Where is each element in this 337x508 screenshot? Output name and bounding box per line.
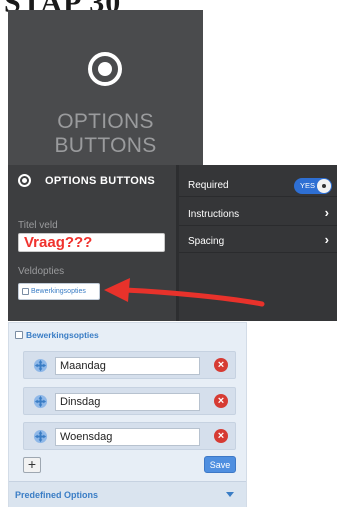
caret-down-icon xyxy=(226,492,234,497)
setting-label: Instructions xyxy=(188,209,240,220)
checkbox-icon xyxy=(15,331,23,339)
option-input[interactable]: Maandag xyxy=(55,357,200,375)
setting-row-spacing[interactable]: Spacing › xyxy=(179,229,337,253)
options-label: Veldopties xyxy=(18,266,65,277)
setting-row-instructions[interactable]: Instructions › xyxy=(179,202,337,226)
toggle-knob xyxy=(317,179,331,193)
option-input[interactable]: Woensdag xyxy=(55,428,200,446)
field-settings-list: Required YES Instructions › Spacing › xyxy=(179,165,337,321)
setting-row-required: Required YES xyxy=(179,173,337,197)
option-row: Maandag × xyxy=(23,351,236,379)
move-handle-icon[interactable] xyxy=(33,394,48,409)
setting-label: Spacing xyxy=(188,236,225,247)
radio-ring-icon xyxy=(88,52,122,86)
move-handle-icon[interactable] xyxy=(33,358,48,373)
edit-options-label: Bewerkingsopties xyxy=(31,288,86,295)
chevron-right-icon: › xyxy=(324,205,329,220)
title-field-input[interactable]: Vraag??? xyxy=(18,233,165,252)
option-row: Dinsdag × xyxy=(23,387,236,415)
panel-header: OPTIONS BUTTONS xyxy=(18,174,155,187)
options-editor: Bewerkingsopties Maandag × Dinsdag × Woe… xyxy=(8,322,247,507)
required-toggle[interactable]: YES xyxy=(294,178,332,194)
delete-option-icon[interactable]: × xyxy=(214,394,228,408)
delete-option-icon[interactable]: × xyxy=(214,429,228,443)
delete-option-icon[interactable]: × xyxy=(214,358,228,372)
panel-title: OPTIONS BUTTONS xyxy=(45,174,156,187)
save-button[interactable]: Save xyxy=(204,456,236,473)
option-input[interactable]: Dinsdag xyxy=(55,393,200,411)
radio-ring-icon xyxy=(18,174,31,187)
options-buttons-tile[interactable]: OPTIONS BUTTONS xyxy=(8,10,203,165)
options-editor-header[interactable]: Bewerkingsopties xyxy=(15,330,99,340)
edit-options-button[interactable]: Bewerkingsopties xyxy=(18,283,100,300)
title-field-label: Titel veld xyxy=(18,220,58,231)
options-editor-title: Bewerkingsopties xyxy=(26,330,99,340)
predefined-options-label: Predefined Options xyxy=(15,490,99,500)
checkbox-icon xyxy=(22,288,29,295)
field-editor-left: OPTIONS BUTTONS Titel veld Vraag??? Veld… xyxy=(8,165,176,321)
chevron-right-icon: › xyxy=(324,232,329,247)
setting-label: Required xyxy=(188,180,229,191)
field-editor-panel: OPTIONS BUTTONS Titel veld Vraag??? Veld… xyxy=(8,165,337,321)
option-row: Woensdag × xyxy=(23,422,236,450)
tile-label-line2: BUTTONS xyxy=(54,134,157,157)
toggle-text: YES xyxy=(300,181,316,190)
tile-label-line1: OPTIONS xyxy=(57,110,154,133)
tile-label: OPTIONS BUTTONS xyxy=(8,110,203,158)
move-handle-icon[interactable] xyxy=(33,429,48,444)
predefined-options-dropdown[interactable]: Predefined Options xyxy=(9,481,246,507)
add-option-button[interactable]: + xyxy=(23,457,41,473)
